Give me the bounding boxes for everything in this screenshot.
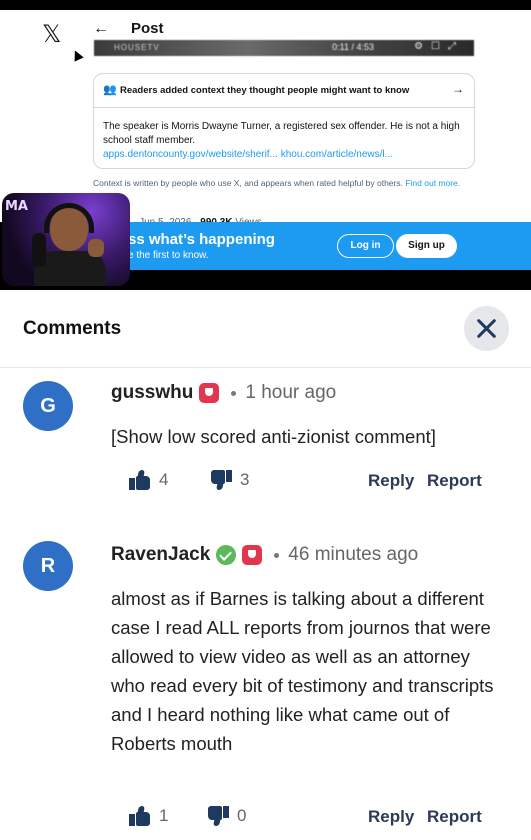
like-count: 1 [159,806,169,825]
rank-badge-icon [242,545,263,565]
reply-button[interactable]: Reply [368,807,414,827]
video-player-strip[interactable]: HOUSETV 0:11 / 4:53 ⚙☐⤢ [94,40,474,56]
username[interactable]: RavenJack [111,544,210,566]
rank-badge-icon [199,383,220,403]
comments-title: Comments [23,318,122,339]
thumbs-up-icon[interactable] [129,470,151,490]
comment-header: gusswhu 1 hour ago [111,380,336,406]
separator-dot [274,552,280,558]
signup-button[interactable]: Sign up [396,234,457,258]
community-note[interactable]: 👥 Readers added context they thought peo… [93,73,475,169]
report-button[interactable]: Report [427,471,482,491]
dislike-count: 0 [237,806,247,825]
arrow-right-icon[interactable]: → [452,82,464,96]
dislike-count: 3 [240,470,250,489]
verified-check-icon [216,545,237,565]
x-logo-icon[interactable]: 𝕏 [42,20,61,48]
back-arrow-icon[interactable]: ← [93,20,109,38]
people-icon: 👥 [103,84,117,96]
context-disclaimer-text: Context is written by people who use X, … [93,178,403,188]
community-note-header[interactable]: 👥 Readers added context they thought peo… [94,74,474,108]
separator-dot [231,390,237,396]
like-control[interactable]: 1 [129,806,168,826]
banner-subtitle: e the first to know. [128,250,209,261]
find-out-more-link[interactable]: Find out more. [405,178,460,188]
login-button[interactable]: Log in [337,234,394,258]
mouse-cursor-icon [70,48,84,62]
video-controls-icons[interactable]: ⚙☐⤢ [414,41,464,52]
comment-actions: 1 0 Reply Report [111,806,491,832]
community-note-title: Readers added context they thought peopl… [120,85,410,96]
comment-text[interactable]: almost as if Barnes is talking about a d… [111,584,501,758]
community-note-body: The speaker is Morris Dwayne Turner, a r… [103,120,463,162]
webcam-overlay: MA [2,193,130,286]
comment-item: R RavenJack 46 minutes ago almost as if … [0,530,531,840]
x-post-page: 𝕏 ← Post HOUSETV 0:11 / 4:53 ⚙☐⤢ 👥 Reade… [0,10,531,228]
comment-item: G gusswhu 1 hour ago [Show low scored an… [0,368,531,518]
close-icon[interactable] [464,306,509,351]
like-control[interactable]: 4 [129,470,168,490]
avatar[interactable]: R [23,541,73,591]
comment-time: 1 hour ago [245,382,337,403]
thumbs-down-icon[interactable] [210,470,232,490]
banner-title: ss what’s happening [128,231,275,248]
post-title: Post [131,20,164,37]
like-count: 4 [159,470,169,489]
thumbs-up-icon[interactable] [129,806,151,826]
reply-button[interactable]: Reply [368,471,414,491]
report-button[interactable]: Report [427,807,482,827]
comment-time: 46 minutes ago [288,544,419,565]
video-time: 0:11 / 4:53 [332,42,374,52]
context-disclaimer: Context is written by people who use X, … [93,177,473,189]
dislike-control[interactable]: 0 [207,806,246,826]
thumbs-down-icon[interactable] [207,806,229,826]
microphone-icon [32,233,46,267]
community-note-text: The speaker is Morris Dwayne Turner, a r… [103,121,460,146]
video-channel-label: HOUSETV [114,43,160,52]
comments-header: Comments [0,290,531,368]
community-note-link[interactable]: apps.dentoncounty.gov/website/sherif... … [103,149,393,160]
signup-banner: ss what’s happening e the first to know.… [114,222,531,270]
comment-text[interactable]: [Show low scored anti-zionist comment] [111,422,501,451]
comment-header: RavenJack 46 minutes ago [111,542,418,568]
neon-sign: MA [5,199,28,214]
username[interactable]: gusswhu [111,382,193,404]
dislike-control[interactable]: 3 [210,470,249,490]
comment-actions: 4 3 Reply Report [111,470,491,496]
avatar[interactable]: G [23,381,73,431]
headphones-icon [44,203,94,233]
streamer-hand [88,239,104,257]
embedded-video[interactable]: 𝕏 ← Post HOUSETV 0:11 / 4:53 ⚙☐⤢ 👥 Reade… [0,0,531,290]
